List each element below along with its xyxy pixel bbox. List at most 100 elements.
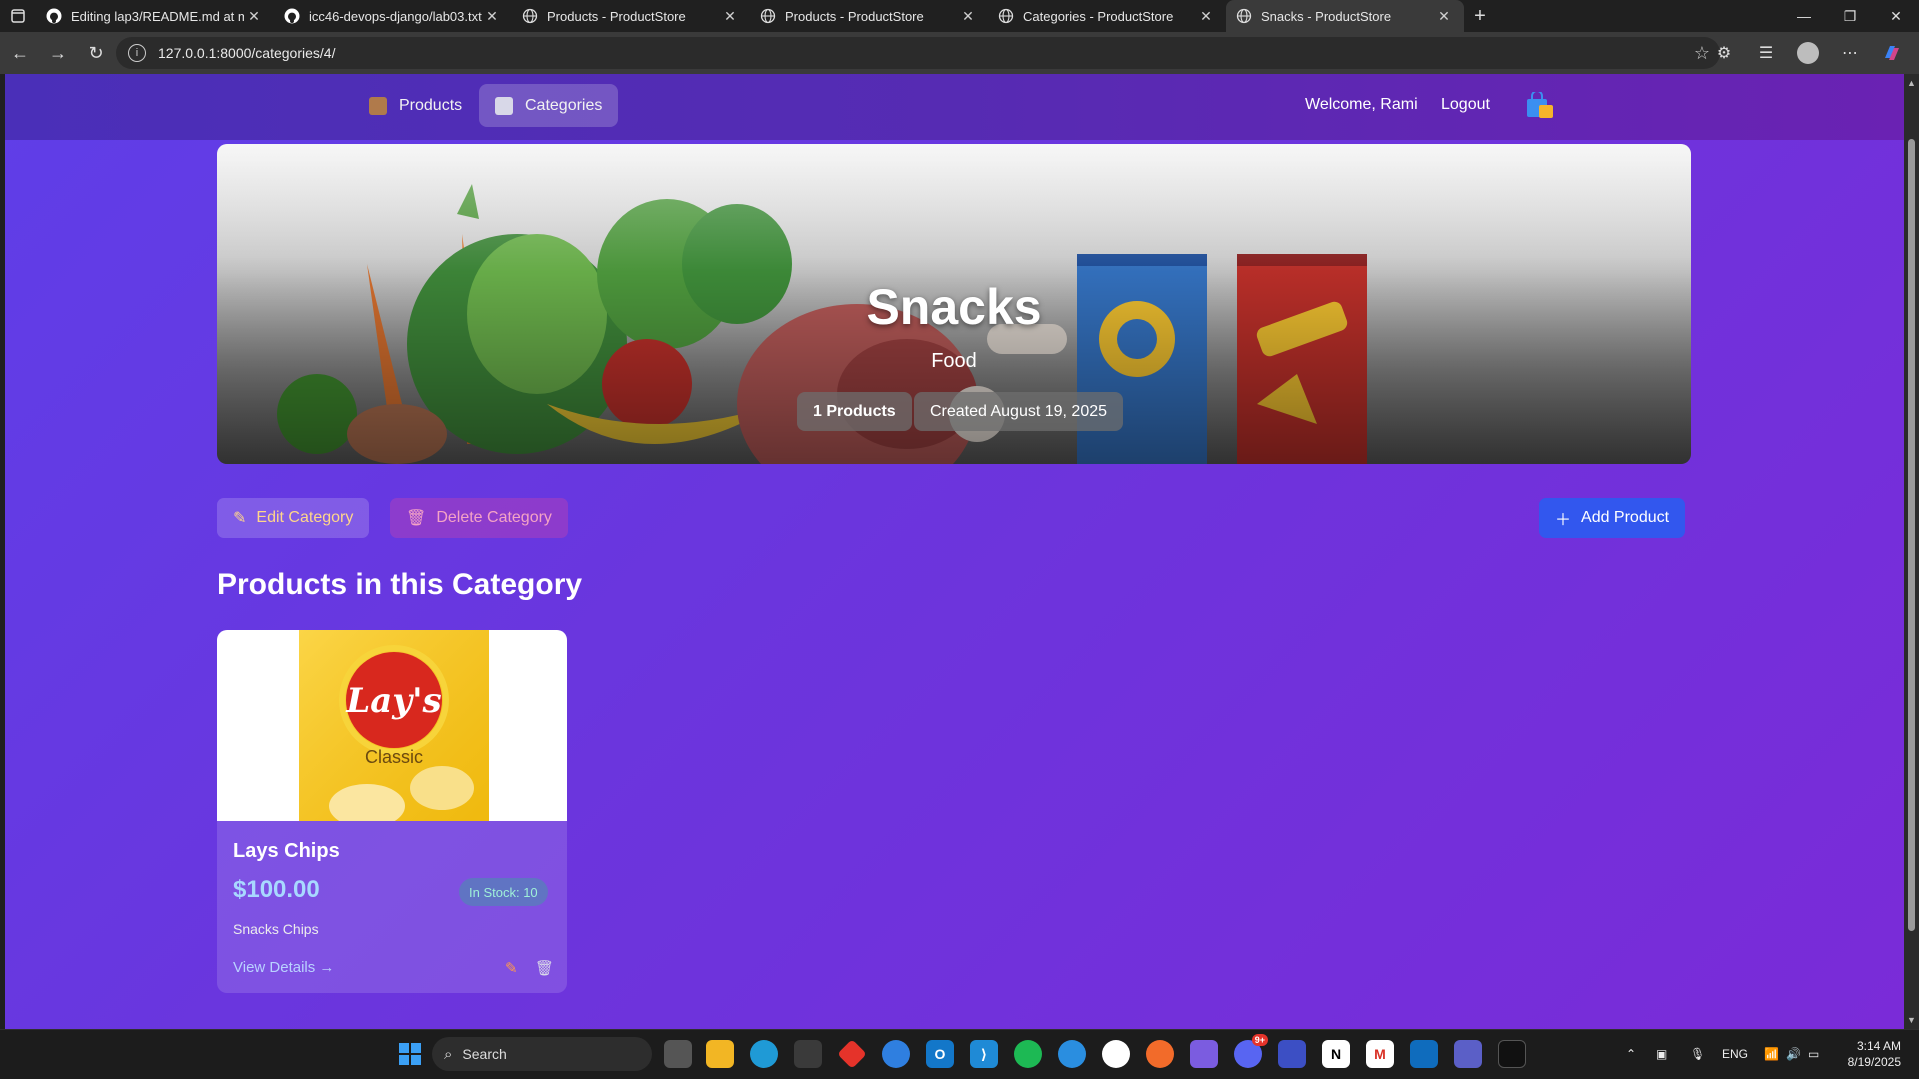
browser-tab[interactable]: Categories - ProductStore ✕: [988, 0, 1226, 32]
reload-icon[interactable]: ↻: [78, 35, 114, 71]
extensions-icon[interactable]: ⚙: [1707, 36, 1741, 70]
discord-icon[interactable]: 9+: [1234, 1034, 1268, 1068]
file-explorer-icon[interactable]: [706, 1040, 734, 1068]
address-bar-row: ← → ↻ i 127.0.0.1:8000/categories/4/ ☆ ⚙…: [0, 32, 1919, 74]
browser-tab[interactable]: Products - ProductStore ✕: [750, 0, 988, 32]
new-tab-icon[interactable]: +: [1464, 0, 1496, 32]
close-icon[interactable]: ✕: [244, 8, 264, 25]
notification-badge: 9+: [1251, 1034, 1268, 1046]
tray-app-icon[interactable]: ▣: [1656, 1047, 1667, 1061]
edit-category-button[interactable]: ✎ Edit Category: [217, 498, 370, 538]
github-icon: [46, 8, 62, 24]
nav-products[interactable]: Products: [353, 84, 478, 127]
forward-icon[interactable]: →: [40, 35, 76, 71]
edit-category-label: Edit Category: [256, 509, 354, 526]
taskbar-search[interactable]: ⌕ Search: [432, 1037, 652, 1071]
category-hero: Snacks Food 1 Products Created August 19…: [217, 144, 1691, 464]
task-view-icon[interactable]: [664, 1040, 692, 1068]
outlook-icon[interactable]: O: [926, 1040, 954, 1068]
view-details-link[interactable]: View Details →: [233, 959, 334, 976]
clock[interactable]: 3:14 AM 8/19/2025: [1848, 1038, 1901, 1070]
tab-actions-icon[interactable]: [0, 0, 36, 32]
plus-icon: ＋: [1555, 512, 1572, 529]
visual-studio-icon[interactable]: [1278, 1040, 1306, 1068]
nav-categories[interactable]: Categories: [479, 84, 619, 127]
page-scrollbar[interactable]: ▲ ▼: [1904, 74, 1919, 1029]
volume-icon[interactable]: 🔊: [1786, 1047, 1801, 1061]
svg-text:Lay's: Lay's: [345, 681, 441, 721]
svg-text:Classic: Classic: [365, 747, 423, 767]
delete-category-label: Delete Category: [436, 509, 552, 526]
copilot-icon[interactable]: [1875, 36, 1909, 70]
spotify-icon[interactable]: [1014, 1040, 1042, 1068]
box-icon: [369, 96, 387, 115]
scroll-down-icon[interactable]: ▼: [1907, 1015, 1916, 1025]
globe-icon: [1236, 8, 1252, 24]
browser-tab[interactable]: Products - ProductStore ✕: [512, 0, 750, 32]
minimize-icon[interactable]: —: [1781, 0, 1827, 32]
browser-tab-active[interactable]: Snacks - ProductStore ✕: [1226, 0, 1464, 32]
close-window-icon[interactable]: ✕: [1873, 0, 1919, 32]
url-input[interactable]: i 127.0.0.1:8000/categories/4/ ☆: [116, 37, 1720, 69]
trash-icon: 🗑: [406, 510, 427, 527]
product-name[interactable]: Lays Chips: [233, 840, 340, 863]
product-price: $100.00: [233, 876, 320, 903]
tab-title: icc46-devops-django/lab03.txt at: [309, 8, 482, 24]
wifi-icon[interactable]: 📶: [1764, 1047, 1779, 1061]
outlook-new-icon[interactable]: [1410, 1040, 1438, 1068]
more-menu-icon[interactable]: ⋯: [1833, 36, 1867, 70]
browser-toolbar: ⚙ ☰ ⋯: [1707, 32, 1909, 74]
notion-icon[interactable]: N: [1322, 1040, 1350, 1068]
weather-icon[interactable]: [882, 1040, 910, 1068]
scroll-up-icon[interactable]: ▲: [1907, 78, 1916, 88]
windows-start-icon[interactable]: [396, 1040, 424, 1068]
microphone-icon[interactable]: 🎙: [1690, 1047, 1705, 1061]
close-icon[interactable]: ✕: [482, 8, 502, 25]
battery-icon[interactable]: ▭: [1808, 1047, 1819, 1061]
clock-date: 8/19/2025: [1847, 1055, 1901, 1069]
git-icon[interactable]: [837, 1039, 867, 1069]
profile-icon[interactable]: [1791, 36, 1825, 70]
vscode-icon[interactable]: ⟩: [970, 1040, 998, 1068]
add-product-button[interactable]: ＋ Add Product: [1539, 498, 1686, 538]
browser-tab[interactable]: icc46-devops-django/lab03.txt at ✕: [274, 0, 512, 32]
tab-title: Products - ProductStore: [785, 8, 924, 24]
close-icon[interactable]: ✕: [1196, 8, 1216, 25]
product-card[interactable]: Lay's Classic Lays Chips $100.00 In Stoc…: [217, 630, 567, 993]
gmail-icon[interactable]: M: [1366, 1040, 1394, 1068]
docker-icon[interactable]: [1058, 1040, 1086, 1068]
tray-chevron-icon[interactable]: ⌃: [1626, 1047, 1636, 1061]
chatgpt-icon[interactable]: [1102, 1040, 1130, 1068]
close-icon[interactable]: ✕: [1434, 8, 1454, 25]
favorites-icon[interactable]: ☰: [1749, 36, 1783, 70]
logout-link[interactable]: Logout: [1441, 96, 1490, 114]
created-date-badge: Created August 19, 2025: [914, 392, 1124, 431]
edit-product-pencil-icon[interactable]: ✎: [505, 959, 518, 977]
search-icon: ⌕: [444, 1045, 453, 1063]
restore-icon[interactable]: ❐: [1827, 0, 1873, 32]
product-count-text: 1 Products: [813, 402, 896, 420]
shopping-bag-icon[interactable]: [1525, 90, 1555, 120]
window-controls: — ❐ ✕: [1781, 0, 1919, 32]
browser-tab[interactable]: Editing lap3/README.md at main ✕: [36, 0, 274, 32]
language-indicator[interactable]: ENG: [1722, 1047, 1748, 1061]
close-icon[interactable]: ✕: [958, 8, 978, 25]
delete-product-trash-icon[interactable]: 🗑: [535, 959, 554, 977]
site-navbar: Products Categories Welcome, Rami Logout: [5, 74, 1904, 140]
globe-icon: [522, 8, 538, 24]
copilot-app-icon[interactable]: [1190, 1040, 1218, 1068]
clipboard-icon: [495, 96, 513, 115]
tab-title: Categories - ProductStore: [1023, 8, 1174, 24]
back-icon[interactable]: ←: [2, 35, 38, 71]
scrollbar-thumb[interactable]: [1908, 139, 1915, 931]
delete-category-button[interactable]: 🗑 Delete Category: [390, 498, 568, 538]
edge-icon[interactable]: [750, 1040, 778, 1068]
postman-icon[interactable]: [1146, 1040, 1174, 1068]
pencil-icon: ✎: [233, 510, 247, 527]
teams-icon[interactable]: [1454, 1040, 1482, 1068]
close-icon[interactable]: ✕: [720, 8, 740, 25]
site-info-icon[interactable]: i: [128, 44, 146, 62]
store-icon[interactable]: [794, 1040, 822, 1068]
welcome-text: Welcome, Rami: [1305, 96, 1418, 113]
terminal-icon[interactable]: [1498, 1040, 1526, 1068]
